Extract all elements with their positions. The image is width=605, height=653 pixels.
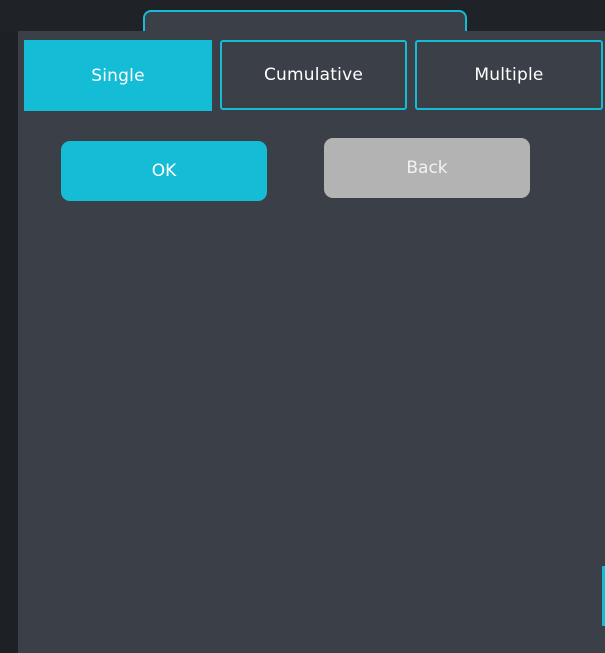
tab-multiple[interactable]: Multiple <box>415 40 603 110</box>
back-button-label: Back <box>406 158 448 178</box>
ok-button-label: OK <box>151 161 177 181</box>
tab-cumulative[interactable]: Cumulative <box>220 40 407 110</box>
tab-single[interactable]: Single <box>24 40 212 111</box>
back-button[interactable]: Back <box>324 138 530 198</box>
tab-cumulative-label: Cumulative <box>263 65 364 85</box>
mode-panel: Single Cumulative Multiple OK Back <box>18 31 605 653</box>
window-left-edge <box>0 31 18 653</box>
tab-single-label: Single <box>91 65 145 86</box>
tab-multiple-label: Multiple <box>474 65 544 85</box>
ok-button[interactable]: OK <box>61 141 267 201</box>
